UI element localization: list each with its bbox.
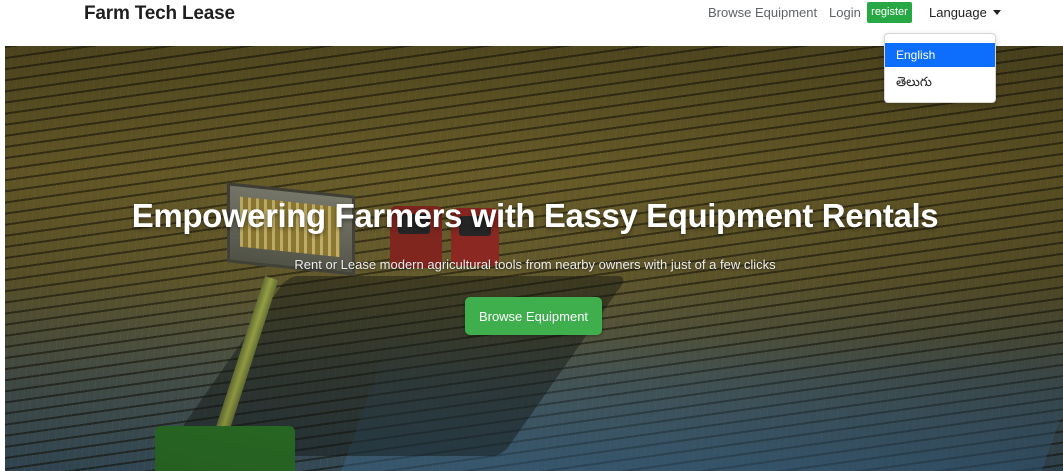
language-option-telugu[interactable]: తెలుగు — [885, 70, 995, 94]
nav-browse-equipment-link[interactable]: Browse Equipment — [708, 5, 817, 20]
page: Farm Tech Lease Browse Equipment Login r… — [0, 0, 1063, 471]
language-dropdown-menu: English తెలుగు — [884, 33, 996, 103]
language-toggle-label: Language — [929, 5, 987, 20]
hero-title: Empowering Farmers with Eassy Equipment … — [131, 197, 939, 234]
language-dropdown-toggle[interactable]: Language — [929, 5, 1001, 20]
brand-logo[interactable]: Farm Tech Lease — [84, 3, 235, 25]
browse-equipment-button[interactable]: Browse Equipment — [465, 297, 602, 335]
nav-login-link[interactable]: Login — [829, 5, 861, 20]
register-button[interactable]: register — [867, 2, 912, 23]
language-option-english[interactable]: English — [885, 43, 995, 67]
caret-down-icon — [992, 10, 1001, 15]
hero-subtitle: Rent or Lease modern agricultural tools … — [294, 257, 776, 272]
